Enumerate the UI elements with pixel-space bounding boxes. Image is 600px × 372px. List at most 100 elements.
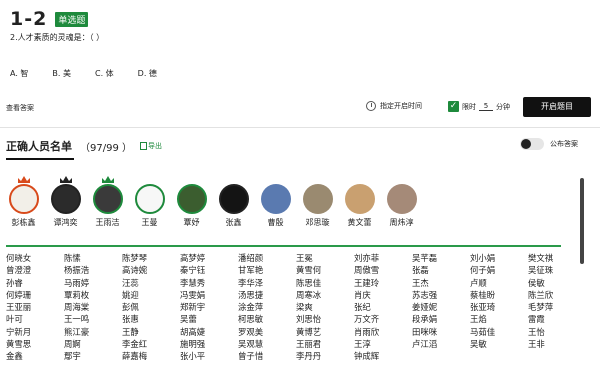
top-user-name: 曹殷 [267,218,284,227]
crown-icon [18,176,30,183]
list-item: 金鑫 [6,351,23,362]
top-user-name: 黄文蕾 [347,218,372,227]
correct-count: （97/99 ） [80,142,132,154]
time-limit-input[interactable]: 5 [479,102,493,111]
top-user: 张鑫 [216,184,251,228]
list-item: 马雨婷 [64,277,90,288]
time-limit-label: 限时 [462,102,476,111]
list-item: 陈梦琴 [122,253,148,263]
view-answer-link[interactable]: 查看答案 [6,103,34,113]
avatar [218,184,249,214]
panel-title: 正确人员名单 [6,140,72,153]
export-icon [140,142,147,150]
avatar [344,184,375,214]
list-item: 周海棠 [64,302,90,313]
crown-icon [102,176,114,183]
list-item: 薛嘉梅 [122,351,148,362]
list-item: 杨振浩 [64,265,90,276]
list-item: 黄雪思 [6,339,32,350]
avatar [260,184,291,214]
list-item: 汪蕊 [122,277,139,288]
list-item: 彭佩 [122,302,139,313]
question-text: 2.人才素质的灵魂是：（ ） [10,33,105,42]
list-item: 汤思捷 [238,289,264,300]
export-button[interactable]: 导出 [140,141,162,151]
list-item: 钟成辉 [354,351,380,362]
list-item: 王亚丽 [6,302,32,313]
list-item: 陈兰欣 [528,289,554,300]
list-item: 刘小娟 [470,253,496,263]
list-item: 曾澄澄 [6,265,32,276]
top-user-name: 张鑫 [225,218,242,227]
list-item: 卢顺 [470,277,487,288]
list-item: 蔡桂盼 [470,289,496,300]
start-question-button[interactable]: 开启题目 [523,97,591,117]
clock-icon [366,101,376,111]
list-item: 鄢宇 [64,351,81,362]
crown-icon [60,176,72,183]
question-type-badge: 单选题 [55,11,89,27]
top-user: 黄文蕾 [342,184,377,228]
list-item: 雷霞 [528,314,545,325]
list-item: 王一鸣 [64,314,90,325]
list-item: 吴征珠 [528,265,554,276]
list-item: 叶可 [6,314,23,325]
list-item: 段承娟 [412,314,438,325]
top-user-name: 邓思璇 [305,218,330,227]
list-item: 李金红 [122,339,148,350]
list-item: 樊文祺 [528,253,554,263]
list-item: 王怡 [528,326,545,337]
list-item: 罗观美 [238,326,264,337]
list-item: 吴观慧 [238,339,264,350]
list-item: 何婷珊 [6,289,32,300]
option-list: A. 智 B. 美 C. 体 D. 德 [10,68,157,79]
list-item: 马茹佳 [470,326,496,337]
name-grid: 何晓女 陈愫 陈梦琴 高梦婷 潘绍颜 王冕 刘亦菲 吴芊磊 刘小娟 樊文祺 曾澄澄 杨振浩 高诗婉 秦宁钰… [6,252,566,363]
time-limit-control: ✓ 限时 5 分钟 [448,101,510,112]
time-limit-unit: 分钟 [496,102,510,111]
option-d: D. 德 [137,69,157,78]
list-item: 王丽君 [296,339,322,350]
list-item: 周傲雪 [354,265,380,276]
option-a: A. 智 [10,69,29,78]
option-b: B. 美 [52,69,71,78]
list-item: 吴敏 [470,339,487,350]
list-item: 张小平 [180,351,206,362]
list-item: 侯敏 [528,277,545,288]
list-item: 田咪咪 [412,326,438,337]
scrollbar[interactable] [580,178,584,264]
list-item: 王淳 [354,339,371,350]
publish-answer-toggle[interactable] [520,138,544,150]
list-item: 涂金萍 [238,302,264,313]
list-item: 梁爽 [296,302,313,313]
list-item: 周寒冰 [296,289,322,300]
divider [6,245,561,247]
option-c: C. 体 [95,69,114,78]
list-item: 冯雯娟 [180,289,206,300]
list-item: 张纪 [354,302,371,313]
schedule-open-button[interactable]: 指定开启时间 [366,101,422,111]
list-item: 李丹丹 [296,351,322,362]
list-item: 张磊 [412,265,429,276]
list-item: 姜娅妮 [412,302,438,313]
correct-list-panel: 正确人员名单 （97/99 ） 导出 公布答案 彭栋鑫 谭鸿奕 王雨洁 王曼 覃妤 张鑫 曹… [0,127,600,372]
list-item: 吴蕾 [180,314,197,325]
top-users: 彭栋鑫 谭鸿奕 王雨洁 王曼 覃妤 张鑫 曹殷 邓思璇 黄文蕾 周炜淳 [6,176,419,228]
avatar [386,184,417,214]
list-item: 王静 [122,326,139,337]
top-user-name: 彭栋鑫 [11,218,36,227]
list-item [412,350,470,362]
avatar [8,184,39,214]
top-user: 彭栋鑫 [6,176,41,228]
list-item: 卢江滔 [412,339,438,350]
avatar [302,184,333,214]
list-item: 秦宁钰 [180,265,206,276]
list-item: 万文齐 [354,314,380,325]
list-item: 刘思怡 [296,314,322,325]
top-user: 谭鸿奕 [48,176,83,228]
list-item: 刘亦菲 [354,253,380,263]
top-user: 王雨洁 [90,176,125,228]
question-area: 1-2 单选题 2.人才素质的灵魂是：（ ） A. 智 B. 美 C. 体 D.… [0,0,600,92]
list-item: 郑新宇 [180,302,206,313]
time-limit-checkbox[interactable]: ✓ [448,101,459,112]
